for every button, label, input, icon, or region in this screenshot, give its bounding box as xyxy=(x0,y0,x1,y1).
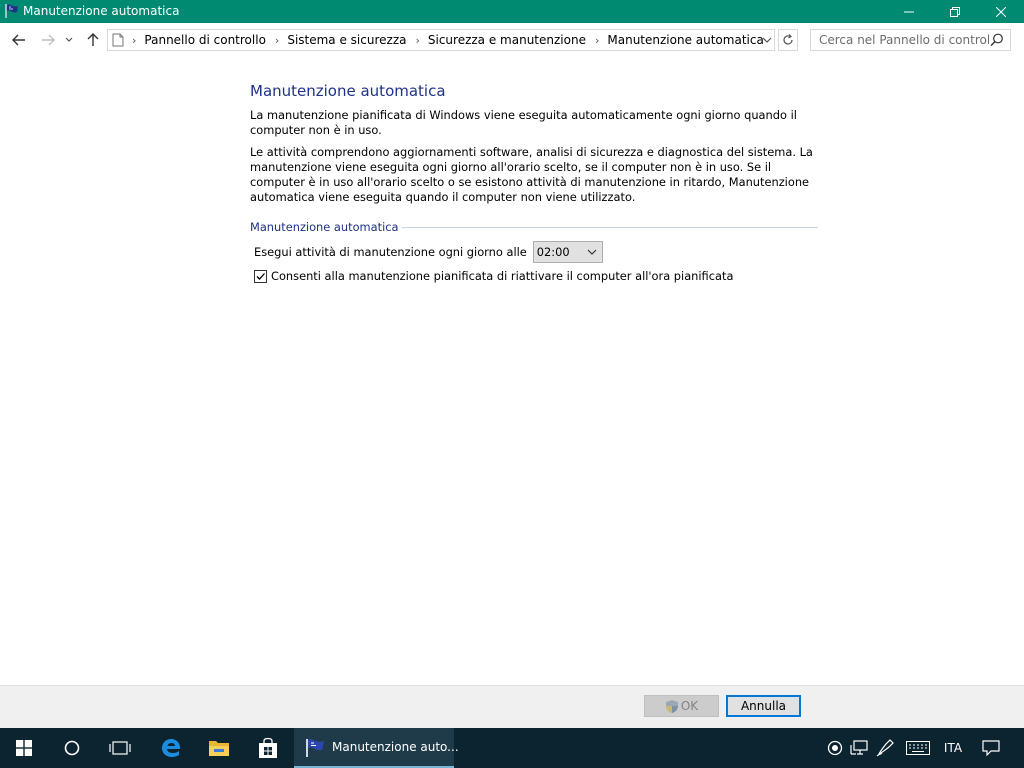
chevron-right-icon: › xyxy=(132,33,137,47)
tray-network-button[interactable] xyxy=(848,728,870,768)
minimize-button[interactable] xyxy=(886,0,932,23)
taskbar: Manutenzione auto... ITA xyxy=(0,728,1024,768)
breadcrumb-item[interactable]: Manutenzione automatica xyxy=(607,33,763,47)
checkmark-icon xyxy=(256,272,265,280)
start-button[interactable] xyxy=(0,728,48,768)
edge-browser-icon xyxy=(162,739,181,757)
dialog-footer: OK Annulla xyxy=(0,686,1024,728)
arrow-up-icon xyxy=(87,33,99,46)
back-button[interactable] xyxy=(9,31,29,49)
ok-label: OK xyxy=(680,699,699,713)
arrow-left-icon xyxy=(12,34,25,46)
flag-icon xyxy=(5,4,18,18)
chevron-down-icon xyxy=(65,37,73,42)
network-icon xyxy=(850,740,868,755)
restore-icon xyxy=(950,6,960,17)
close-button[interactable] xyxy=(978,0,1024,23)
chevron-right-icon: › xyxy=(594,33,600,47)
chevron-down-icon[interactable] xyxy=(762,34,772,46)
task-view-icon xyxy=(109,741,131,755)
taskbar-active-window[interactable]: Manutenzione auto... xyxy=(294,728,459,768)
pen-icon xyxy=(876,739,894,757)
address-bar[interactable]: › Pannello di controllo › Sistema e sicu… xyxy=(107,29,775,51)
close-icon xyxy=(996,6,1006,17)
page-title: Manutenzione automatica xyxy=(250,82,446,100)
up-button[interactable] xyxy=(83,31,103,49)
taskbar-file-explorer[interactable] xyxy=(196,728,242,768)
tray-keyboard-button[interactable] xyxy=(904,728,932,768)
chevron-right-icon: › xyxy=(274,33,280,47)
tray-pen-button[interactable] xyxy=(874,728,896,768)
window-title: Manutenzione automatica xyxy=(23,4,180,18)
cortana-button[interactable] xyxy=(48,728,96,768)
flag-icon xyxy=(306,739,324,757)
tray-record-button[interactable] xyxy=(824,728,846,768)
search-input[interactable] xyxy=(811,30,989,50)
refresh-icon xyxy=(783,34,793,45)
details-text: Le attività comprendono aggiornamenti so… xyxy=(250,145,813,204)
uac-shield-icon xyxy=(665,699,678,713)
maintenance-time-label: Esegui attività di manutenzione ogni gio… xyxy=(254,245,527,259)
breadcrumb-item[interactable]: Pannello di controllo xyxy=(144,33,266,47)
action-center-button[interactable] xyxy=(978,728,1004,768)
cortana-circle-icon xyxy=(64,740,80,756)
recent-locations-button[interactable] xyxy=(62,31,76,49)
record-icon xyxy=(827,740,843,756)
folder-icon xyxy=(209,741,229,756)
task-view-button[interactable] xyxy=(96,728,144,768)
restore-button[interactable] xyxy=(932,0,978,23)
group-title: Manutenzione automatica xyxy=(250,220,403,234)
store-bag-icon xyxy=(259,737,277,758)
language-indicator: ITA xyxy=(943,741,963,755)
navigation-bar: › Pannello di controllo › Sistema e sicu… xyxy=(0,23,1024,59)
forward-button[interactable] xyxy=(38,31,58,49)
taskbar-edge[interactable] xyxy=(148,728,194,768)
title-bar: Manutenzione automatica xyxy=(0,0,1024,23)
settings-group-header: Manutenzione automatica xyxy=(250,220,818,234)
maintenance-time-select[interactable]: 02:00 xyxy=(532,241,603,263)
refresh-button[interactable] xyxy=(778,29,798,51)
description-text: La manutenzione pianificata di Windows v… xyxy=(250,108,797,137)
tray-language-button[interactable]: ITA xyxy=(938,728,968,768)
chevron-right-icon: › xyxy=(415,33,420,47)
search-box[interactable] xyxy=(810,29,1011,51)
wake-computer-row[interactable]: Consenti alla manutenzione pianificata d… xyxy=(254,269,733,283)
control-panel-icon xyxy=(112,33,124,47)
notification-icon xyxy=(982,740,1000,756)
breadcrumb: › Pannello di controllo › Sistema e sicu… xyxy=(132,33,773,47)
maintenance-time-row: Esegui attività di manutenzione ogni gio… xyxy=(254,241,603,263)
arrow-right-icon xyxy=(42,34,55,46)
search-icon[interactable] xyxy=(990,33,1004,47)
maintenance-time-value: 02:00 xyxy=(536,245,570,259)
cancel-label: Annulla xyxy=(740,699,787,713)
ok-button[interactable]: OK xyxy=(644,695,719,717)
chevron-down-icon xyxy=(587,249,597,255)
cancel-button[interactable]: Annulla xyxy=(726,695,801,717)
taskbar-store[interactable] xyxy=(244,728,292,768)
minimize-icon xyxy=(904,11,914,12)
taskbar-active-label: Manutenzione auto... xyxy=(332,740,459,754)
keyboard-icon xyxy=(906,741,930,755)
breadcrumb-item[interactable]: Sistema e sicurezza xyxy=(287,33,406,47)
wake-computer-checkbox[interactable] xyxy=(254,269,267,283)
wake-computer-label[interactable]: Consenti alla manutenzione pianificata d… xyxy=(271,269,733,283)
breadcrumb-item[interactable]: Sicurezza e manutenzione xyxy=(428,33,586,47)
windows-logo-icon xyxy=(16,740,32,756)
